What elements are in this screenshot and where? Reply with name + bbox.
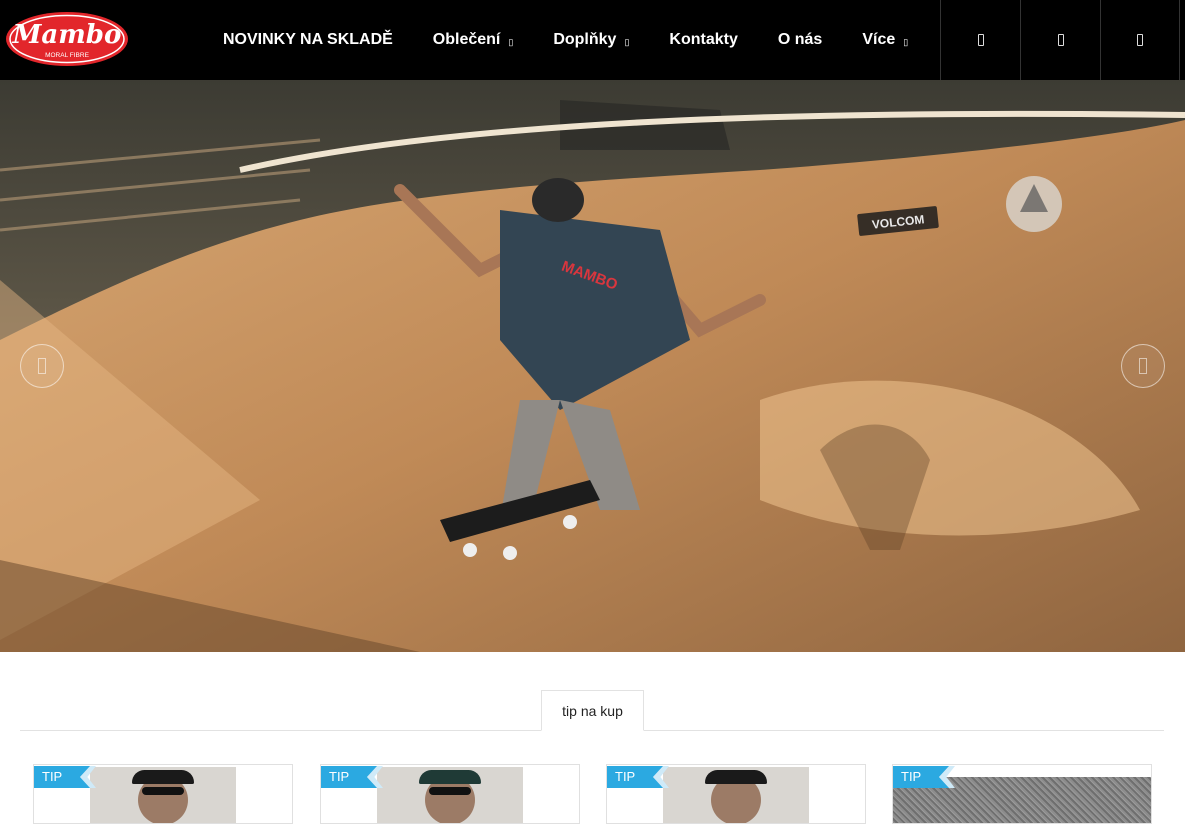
nav-item-vice[interactable]: Více ▯ — [842, 0, 928, 80]
hero-image: VOLCOM MAMBO — [0, 80, 1185, 652]
cart-icon — [1137, 34, 1143, 46]
nav-item-label: Kontakty — [669, 31, 738, 48]
nav-item-doplnky[interactable]: Doplňky ▯ — [533, 0, 649, 80]
main-nav: NOVINKY NA SKLADĚ Oblečení ▯ Doplňky ▯ K… — [203, 0, 928, 80]
product-card[interactable]: TIP — [892, 764, 1152, 824]
nav-item-label: NOVINKY NA SKLADĚ — [223, 31, 393, 48]
search-button[interactable] — [1020, 0, 1100, 80]
header-actions — [940, 0, 1180, 80]
nav-item-o-nas[interactable]: O nás — [758, 0, 842, 80]
product-image[interactable] — [90, 767, 236, 823]
chevron-down-icon: ▯ — [624, 36, 630, 47]
product-card[interactable]: TIP — [606, 764, 866, 824]
user-icon — [977, 34, 984, 46]
slider-prev-button[interactable] — [20, 344, 64, 388]
hero-slider[interactable]: VOLCOM MAMBO — [0, 80, 1185, 652]
sunglasses — [142, 787, 184, 795]
chevron-down-icon: ▯ — [508, 36, 514, 47]
sunglasses — [429, 787, 471, 795]
tab-tip-na-kup[interactable]: tip na kup — [541, 690, 644, 731]
cap — [419, 770, 481, 784]
cart-button[interactable] — [1100, 0, 1180, 80]
logo-subtext: MORAL FIBRE — [45, 52, 89, 59]
nav-item-kontakty[interactable]: Kontakty — [649, 0, 757, 80]
nav-item-label: Oblečení — [432, 31, 501, 48]
product-image[interactable] — [663, 767, 809, 823]
product-card[interactable]: TIP — [320, 764, 580, 824]
product-card[interactable]: TIP — [33, 764, 293, 824]
slider-next-button[interactable] — [1121, 344, 1165, 388]
nav-item-label: Více — [862, 31, 896, 48]
cap — [705, 770, 767, 784]
chevron-left-icon — [38, 358, 46, 374]
user-button[interactable] — [940, 0, 1020, 80]
logo-text: Mambo — [12, 20, 122, 50]
nav-item-novinky[interactable]: NOVINKY NA SKLADĚ — [203, 0, 413, 80]
product-image[interactable] — [377, 767, 523, 823]
chevron-down-icon: ▯ — [903, 36, 909, 47]
chevron-right-icon — [1139, 358, 1147, 374]
nav-item-label: O nás — [777, 31, 823, 48]
cap — [132, 770, 194, 784]
mambo-logo[interactable]: Mambo MORAL FIBRE — [6, 12, 128, 66]
search-icon — [1057, 34, 1064, 46]
nav-item-obleceni[interactable]: Oblečení ▯ — [413, 0, 534, 80]
site-header: Mambo MORAL FIBRE NOVINKY NA SKLADĚ Oble… — [0, 0, 1185, 80]
nav-item-label: Doplňky — [553, 31, 617, 48]
